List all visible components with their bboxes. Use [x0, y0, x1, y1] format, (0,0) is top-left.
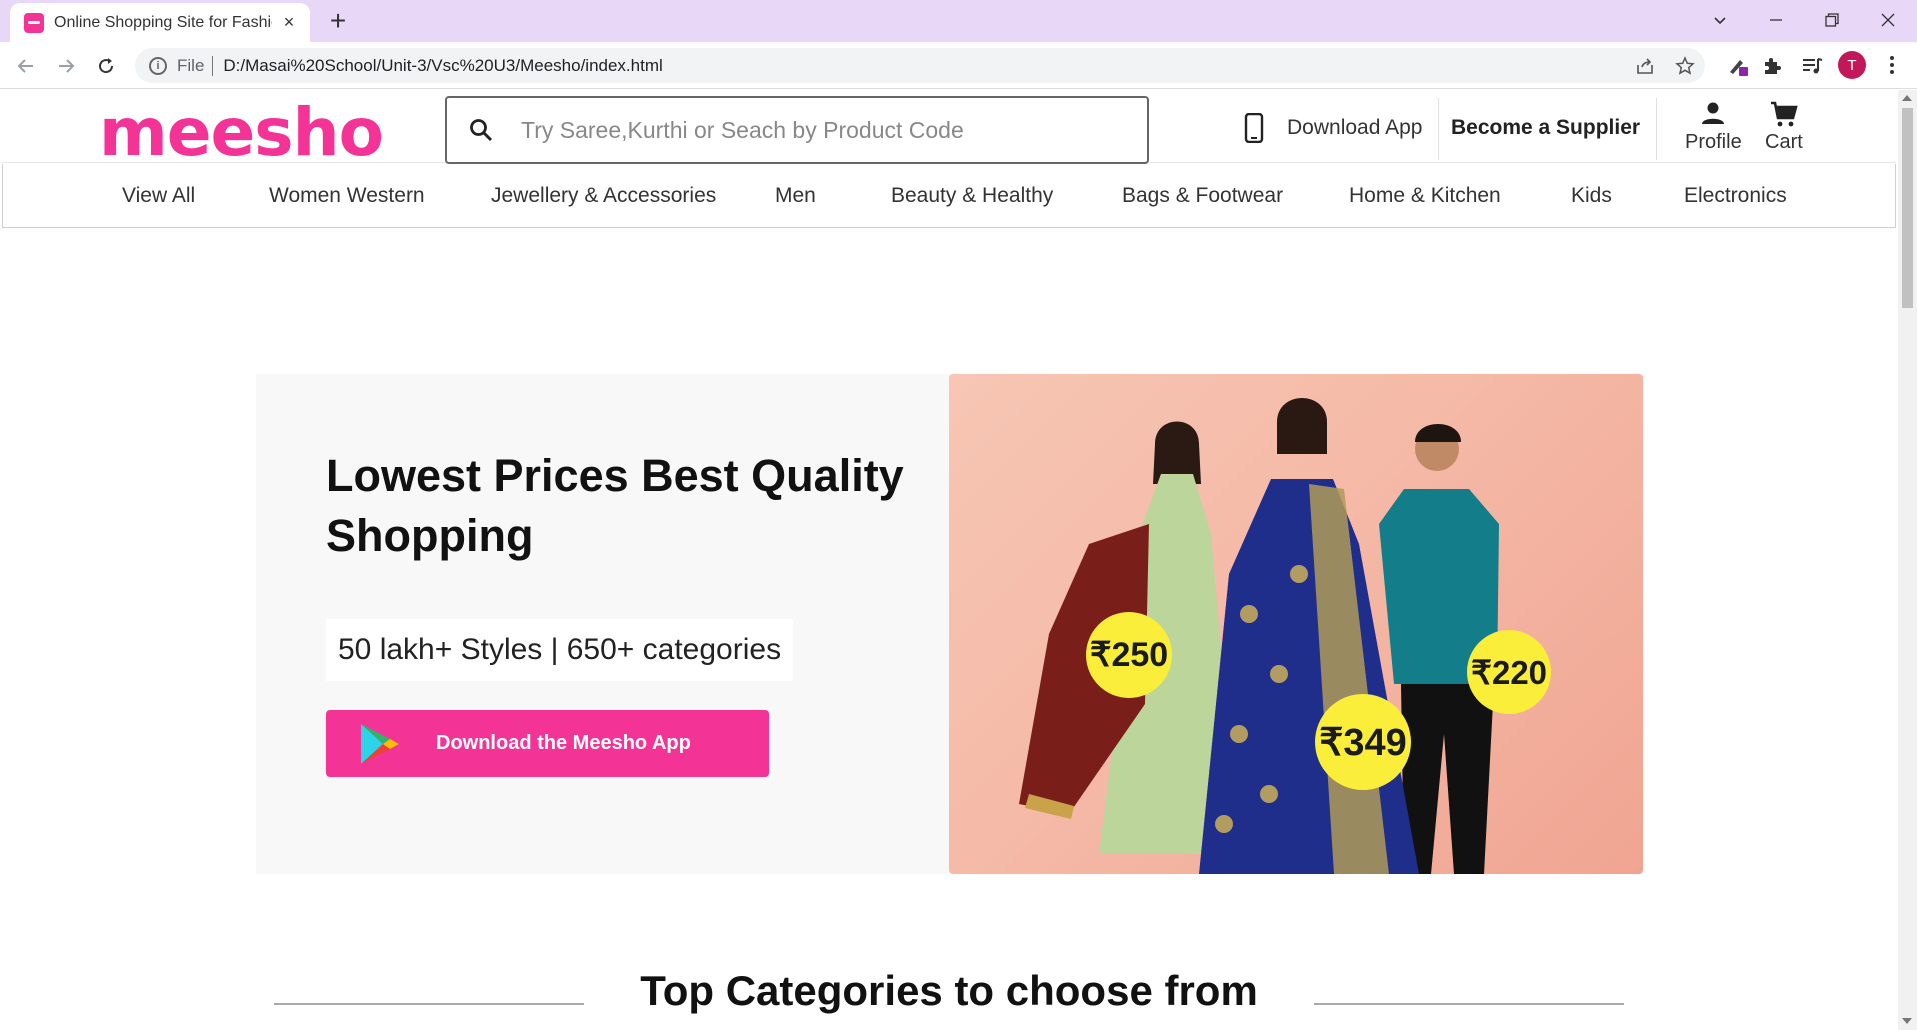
- section-title: Top Categories to choose from: [640, 967, 1258, 1014]
- search-input[interactable]: [521, 116, 1121, 144]
- category-nav: View All Women Western Jewellery & Acces…: [2, 164, 1896, 228]
- person-icon: [1699, 97, 1727, 131]
- nav-beauty-healthy[interactable]: Beauty & Healthy: [891, 164, 1053, 228]
- nav-home-kitchen[interactable]: Home & Kitchen: [1349, 164, 1501, 228]
- browser-menu-icon[interactable]: [1880, 50, 1904, 80]
- hero-banner: Lowest Prices Best Quality Shopping 50 l…: [256, 374, 1643, 874]
- google-play-icon: [358, 722, 402, 766]
- download-app-link[interactable]: Download App: [1237, 93, 1422, 163]
- browser-tab[interactable]: Online Shopping Site for Fashion ×: [10, 3, 310, 42]
- profile-label: Profile: [1685, 131, 1742, 153]
- search-icon[interactable]: [461, 110, 501, 150]
- header-divider: [1656, 98, 1657, 160]
- price-badge-250: ₹250: [1086, 612, 1172, 698]
- tab-search-icon[interactable]: [1692, 0, 1748, 40]
- share-icon[interactable]: [1625, 48, 1665, 83]
- download-meesho-app-button[interactable]: Download the Meesho App: [326, 710, 769, 777]
- cart-label: Cart: [1765, 131, 1803, 153]
- section-line-right: [1314, 1003, 1624, 1005]
- scroll-down-arrow-icon[interactable]: [1902, 1018, 1912, 1024]
- reload-icon[interactable]: [90, 50, 122, 82]
- price-badge-349: ₹349: [1315, 694, 1411, 790]
- minimize-icon[interactable]: [1748, 0, 1804, 40]
- profile-button[interactable]: Profile: [1685, 97, 1742, 154]
- page-viewport: meesho Download App Become a Supplier Pr…: [0, 90, 1898, 1030]
- hero-title: Lowest Prices Best Quality Shopping: [326, 450, 904, 561]
- scroll-up-arrow-icon[interactable]: [1902, 95, 1912, 101]
- address-bar[interactable]: i File D:/Masai%20School/Unit-3/Vsc%20U3…: [135, 48, 1705, 83]
- site-info-icon[interactable]: i: [149, 56, 167, 75]
- back-icon[interactable]: [10, 50, 42, 82]
- page-scrollbar[interactable]: [1898, 90, 1917, 1030]
- cart-icon: [1769, 97, 1799, 131]
- close-window-icon[interactable]: [1860, 0, 1916, 40]
- download-button-label: Download the Meesho App: [436, 732, 691, 754]
- nav-jewellery-accessories[interactable]: Jewellery & Accessories: [491, 164, 716, 228]
- download-app-label: Download App: [1287, 116, 1423, 139]
- price-badge-220: ₹220: [1467, 630, 1551, 714]
- browser-tabbar: Online Shopping Site for Fashion × +: [0, 0, 1917, 42]
- nav-bags-footwear[interactable]: Bags & Footwear: [1122, 164, 1283, 228]
- tab-title: Online Shopping Site for Fashion: [54, 13, 272, 31]
- bookmark-star-icon[interactable]: [1665, 48, 1705, 83]
- nav-view-all[interactable]: View All: [122, 164, 195, 228]
- become-supplier-link[interactable]: Become a Supplier: [1451, 93, 1640, 163]
- cart-button[interactable]: Cart: [1765, 97, 1803, 154]
- address-separator: [212, 55, 214, 76]
- hero-stats: 50 lakh+ Styles | 650+ categories: [326, 619, 794, 681]
- mobile-phone-icon: [1237, 111, 1271, 145]
- reading-list-icon[interactable]: [1796, 50, 1828, 82]
- meesho-favicon-icon: [24, 12, 44, 33]
- restore-icon[interactable]: [1804, 0, 1860, 40]
- address-scheme: File: [177, 55, 205, 75]
- extension-pen-icon[interactable]: [1722, 50, 1754, 82]
- header-divider: [1438, 98, 1439, 160]
- nav-men[interactable]: Men: [775, 164, 816, 228]
- address-url[interactable]: D:/Masai%20School/Unit-3/Vsc%20U3/Meesho…: [223, 56, 662, 76]
- search-box[interactable]: [445, 96, 1149, 164]
- profile-avatar[interactable]: T: [1838, 51, 1866, 79]
- models-illustration: [1019, 398, 1499, 874]
- tab-close-icon[interactable]: ×: [280, 12, 298, 33]
- hero-fashion-image: ₹250 ₹349 ₹220: [949, 374, 1643, 874]
- site-header: meesho Download App Become a Supplier Pr…: [2, 93, 1896, 171]
- nav-kids[interactable]: Kids: [1571, 164, 1612, 228]
- nav-women-western[interactable]: Women Western: [269, 164, 425, 228]
- meesho-logo[interactable]: meesho: [99, 95, 384, 171]
- forward-icon[interactable]: [50, 50, 82, 82]
- nav-electronics[interactable]: Electronics: [1684, 164, 1787, 228]
- browser-toolbar: i File D:/Masai%20School/Unit-3/Vsc%20U3…: [0, 42, 1917, 89]
- scroll-thumb[interactable]: [1902, 108, 1913, 308]
- extensions-puzzle-icon[interactable]: [1756, 50, 1788, 82]
- new-tab-button[interactable]: +: [322, 6, 354, 38]
